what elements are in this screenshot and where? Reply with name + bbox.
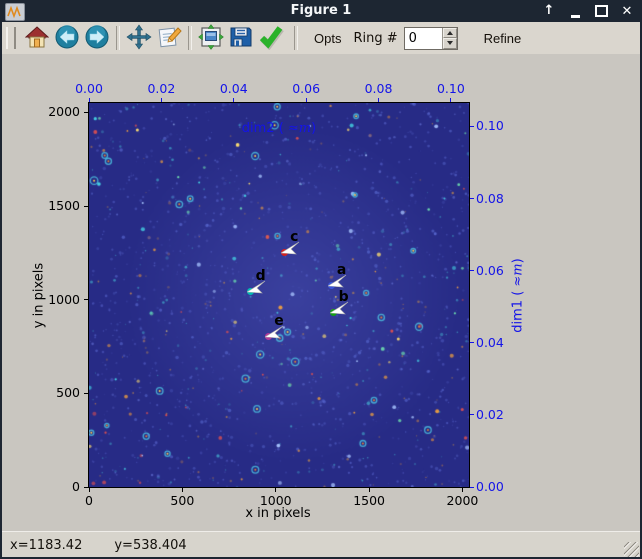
point-label: d [255, 268, 266, 285]
right-tick-label: 0.00 [476, 479, 504, 494]
right-tick [470, 270, 474, 272]
apply-button[interactable] [256, 24, 286, 52]
point-label: a [336, 261, 347, 278]
plot-frame [88, 102, 470, 488]
edit-button[interactable] [154, 24, 184, 52]
edit-notes-icon [156, 24, 182, 53]
figure-window: Figure 1 ↑ ✕ Opts Ring # 0 Refine dim2 (… [0, 0, 642, 559]
right-tick [470, 414, 474, 416]
resize-grip[interactable] [624, 542, 639, 557]
right-tick-label: 0.04 [476, 334, 504, 350]
top-tick-label: 0.06 [292, 81, 321, 96]
home-icon [24, 25, 50, 52]
refine-button[interactable]: Refine [480, 31, 526, 46]
top-tick-label: 0.00 [75, 81, 103, 96]
top-tick [378, 98, 380, 102]
right-tick-label: 0.06 [476, 262, 504, 278]
titlebar[interactable]: Figure 1 ↑ ✕ [0, 0, 642, 22]
toolbar-grip[interactable] [6, 27, 16, 49]
forward-icon [84, 24, 110, 53]
point-label: b [338, 288, 349, 305]
cursor-y-readout: y=538.404 [114, 537, 187, 553]
close-icon[interactable]: ✕ [620, 4, 634, 19]
y-tick-label: 500 [56, 385, 80, 401]
x-tick-label: 1000 [259, 493, 292, 508]
statusbar: x=1183.42 y=538.404 [2, 531, 640, 558]
point-label: c [290, 228, 299, 245]
toolbar-separator [116, 26, 120, 50]
toolbar: Opts Ring # Refine [2, 22, 640, 55]
top-tick [233, 98, 235, 102]
shade-window-icon[interactable]: ↑ [542, 4, 556, 18]
spin-down-icon[interactable] [442, 38, 457, 49]
top-tick-label: 0.02 [147, 81, 176, 96]
diffraction-image[interactable] [89, 103, 469, 487]
x-tick [368, 488, 370, 492]
y-tick [84, 486, 88, 488]
toolbar-separator [188, 26, 192, 50]
y-tick-label: 1000 [48, 291, 80, 307]
right-tick-label: 0.10 [476, 118, 504, 134]
right-axis-label: dim1 ( ≈m) [510, 258, 526, 333]
maximize-icon[interactable] [594, 4, 608, 18]
x-tick [88, 488, 90, 492]
back-button[interactable] [52, 24, 82, 52]
right-tick [470, 342, 474, 344]
right-tick-label: 0.08 [476, 190, 504, 206]
configure-subplots-button[interactable] [196, 23, 226, 53]
right-tick [470, 198, 474, 200]
pan-move-icon [126, 23, 152, 53]
y-tick [84, 111, 88, 113]
top-tick-label: 0.08 [364, 81, 393, 96]
pan-button[interactable] [124, 23, 154, 53]
point-label: e [274, 313, 284, 330]
x-tick-label: 0 [85, 493, 93, 508]
top-tick-label: 0.10 [436, 81, 465, 96]
toolbar-separator [294, 26, 298, 50]
right-tick [470, 125, 474, 127]
x-tick-label: 1500 [353, 493, 385, 508]
ring-number-spinbox[interactable] [403, 26, 458, 50]
cursor-x-readout: x=1183.42 [10, 537, 83, 553]
top-axis-label: dim2 ( ≈m) [241, 121, 317, 136]
top-tick-label: 0.04 [219, 81, 248, 96]
back-icon [54, 24, 80, 53]
top-tick [88, 98, 90, 102]
x-tick [181, 488, 183, 492]
top-tick [305, 98, 307, 102]
y-tick [84, 299, 88, 301]
x-tick [461, 488, 463, 492]
y-tick [84, 392, 88, 394]
home-button[interactable] [22, 24, 52, 52]
minimize-icon[interactable] [568, 4, 582, 18]
y-tick-label: 2000 [48, 104, 80, 120]
right-tick [470, 486, 474, 488]
y-tick-label: 1500 [48, 198, 80, 214]
ring-number-label: Ring # [353, 30, 398, 46]
opts-button[interactable]: Opts [310, 31, 345, 46]
forward-button[interactable] [82, 24, 112, 52]
subplots-icon [198, 23, 224, 53]
green-check-icon [258, 24, 284, 53]
y-tick [84, 205, 88, 207]
x-tick-label: 2000 [446, 493, 479, 508]
x-tick-label: 500 [170, 493, 195, 508]
top-tick [160, 98, 162, 102]
ring-number-input[interactable] [404, 27, 442, 49]
y-tick-label: 0 [72, 479, 80, 494]
spin-up-icon[interactable] [442, 27, 457, 38]
x-axis-label: x in pixels [245, 506, 311, 521]
top-tick [450, 98, 452, 102]
figure-canvas: dim2 ( ≈m) x in pixels y in pixels dim1 … [2, 54, 640, 531]
x-tick [275, 488, 277, 492]
save-button[interactable] [226, 24, 256, 52]
save-floppy-icon [228, 24, 254, 53]
right-tick-label: 0.02 [476, 406, 504, 422]
